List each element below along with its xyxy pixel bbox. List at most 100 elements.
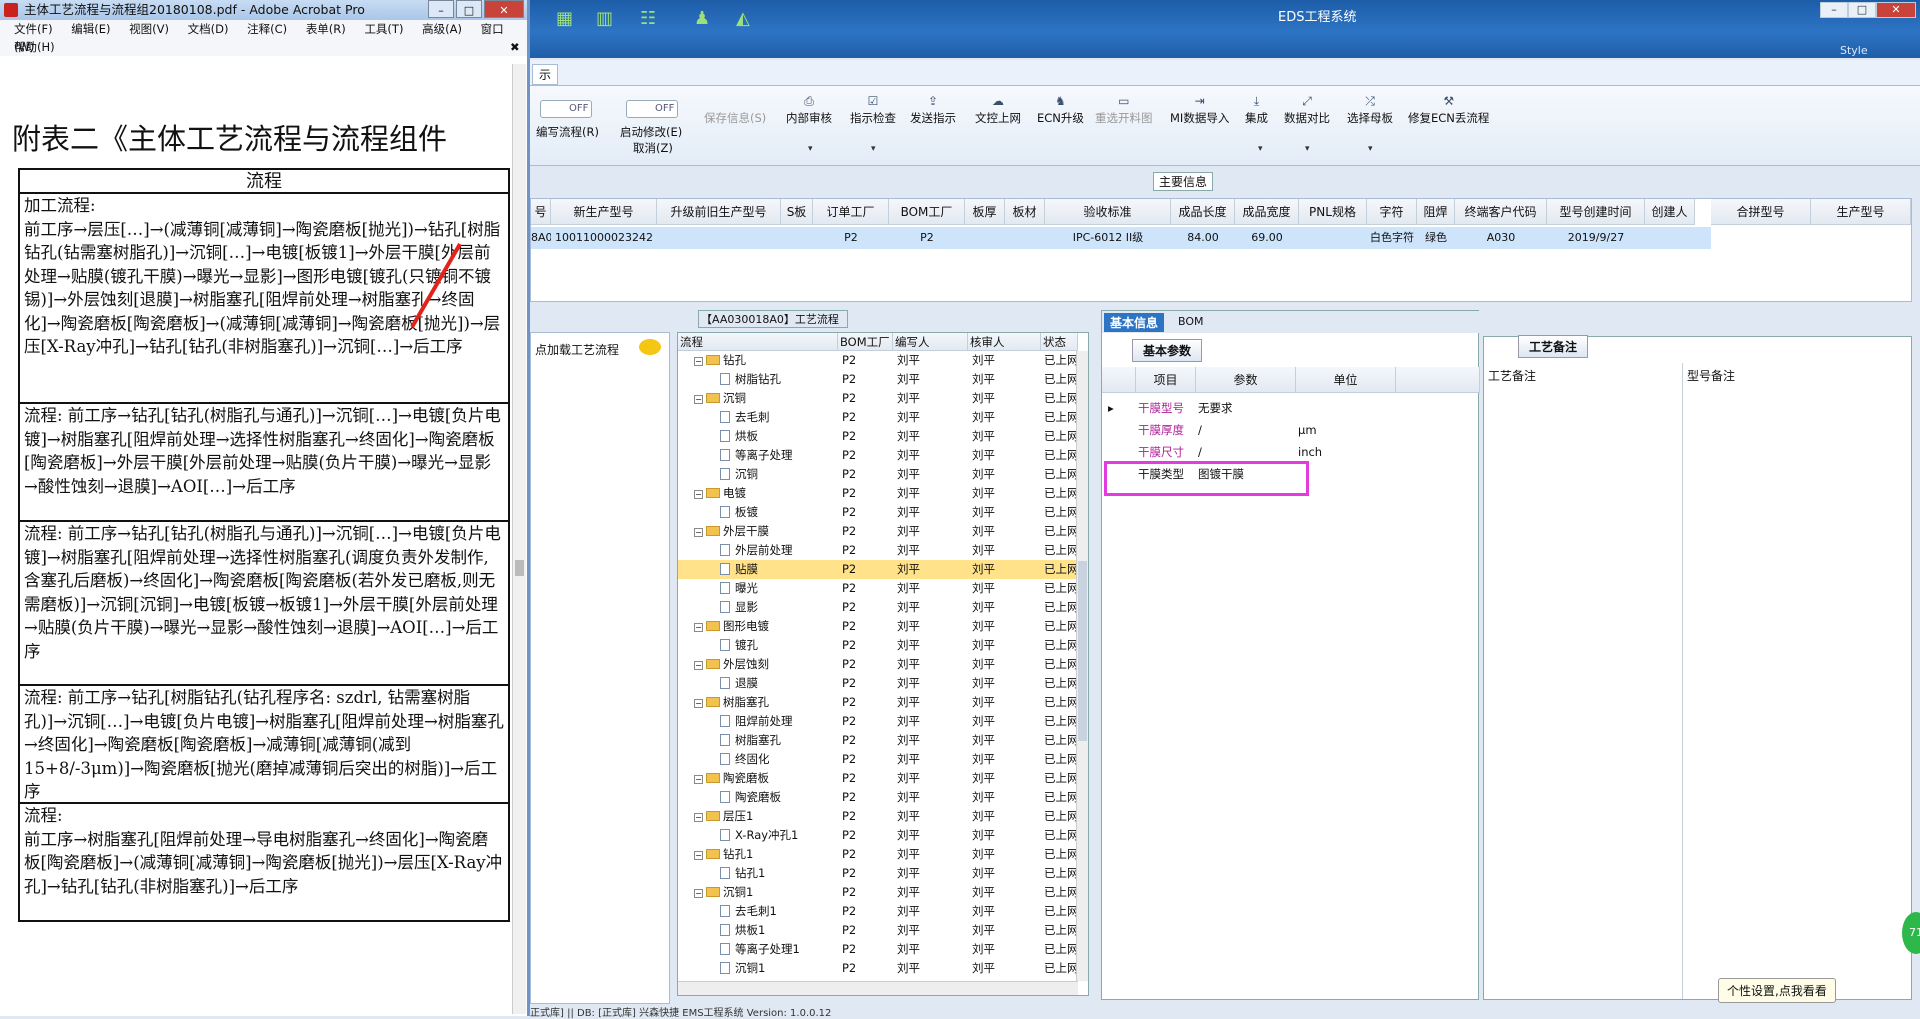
dropdown-caret-icon[interactable]: ▾ xyxy=(1258,144,1263,154)
integrate-button[interactable]: ⤓ 集成 xyxy=(1245,94,1268,126)
tree-row[interactable]: 烘板1 P2 刘平 刘平 已上网 xyxy=(678,921,1079,940)
menu-comment[interactable]: 注释(C) xyxy=(247,22,287,36)
tree-row[interactable]: − 外层干膜 P2 刘平 刘平 已上网 xyxy=(678,522,1079,541)
param-value[interactable]: 无要求 xyxy=(1198,397,1233,419)
save-info-button[interactable]: ​保存信息(S) xyxy=(704,94,766,126)
collapse-icon[interactable]: − xyxy=(694,490,703,499)
instruction-check-button[interactable]: ☑ 指示检查 xyxy=(850,94,896,126)
select-master-button[interactable]: ⤮ 选择母板 xyxy=(1347,94,1393,126)
tree-row[interactable]: − 外层蚀刻 P2 刘平 刘平 已上网 xyxy=(678,655,1079,674)
menu-file[interactable]: 文件(F) xyxy=(14,22,53,36)
tree-row[interactable]: 烘板 P2 刘平 刘平 已上网 xyxy=(678,427,1079,446)
collapse-icon[interactable]: − xyxy=(694,699,703,708)
collapse-icon[interactable]: − xyxy=(694,623,703,632)
tree-row[interactable]: − 沉铜1 P2 刘平 刘平 已上网 xyxy=(678,883,1079,902)
tree-row[interactable]: − 沉铜 P2 刘平 刘平 已上网 xyxy=(678,389,1079,408)
reselect-cutting-button[interactable]: ▭ 重选开料图 xyxy=(1095,94,1153,126)
collapse-icon[interactable]: − xyxy=(694,528,703,537)
tree-row[interactable]: 钻孔1 P2 刘平 刘平 已上网 xyxy=(678,864,1079,883)
tree-row[interactable]: − 树脂塞孔 P2 刘平 刘平 已上网 xyxy=(678,693,1079,712)
collapse-icon[interactable]: − xyxy=(694,395,703,404)
tree-row[interactable]: 树脂塞孔 P2 刘平 刘平 已上网 xyxy=(678,731,1079,750)
tree-hscrollbar[interactable] xyxy=(678,981,1078,995)
tree-row[interactable]: 外层前处理 P2 刘平 刘平 已上网 xyxy=(678,541,1079,560)
chat-bubble-icon[interactable] xyxy=(639,339,661,355)
pdf-close-button[interactable]: ✕ xyxy=(484,0,524,18)
close-button[interactable]: ✕ xyxy=(1876,2,1916,18)
tree-scrollbar[interactable] xyxy=(1076,351,1088,981)
collapse-icon[interactable]: − xyxy=(694,889,703,898)
users-icon[interactable]: ♟ xyxy=(694,8,720,30)
tree-row[interactable]: 树脂钻孔 P2 刘平 刘平 已上网 xyxy=(678,370,1079,389)
dropdown-caret-icon[interactable]: ▾ xyxy=(1368,144,1373,154)
scroll-thumb[interactable] xyxy=(515,560,524,576)
tree-row[interactable]: − 钻孔 P2 刘平 刘平 已上网 xyxy=(678,351,1079,370)
tab-bom[interactable]: BOM xyxy=(1178,315,1204,328)
tree-row[interactable]: − 陶瓷磨板 P2 刘平 刘平 已上网 xyxy=(678,769,1079,788)
menu-document[interactable]: 文档(D) xyxy=(188,22,229,36)
grid-icon[interactable]: ☷ xyxy=(640,8,666,30)
tree-row[interactable]: 去毛刺 P2 刘平 刘平 已上网 xyxy=(678,408,1079,427)
tab-basic-info[interactable]: 基本信息 xyxy=(1104,313,1165,332)
tree-row[interactable]: − 电镀 P2 刘平 刘平 已上网 xyxy=(678,484,1079,503)
tree-row[interactable]: 沉铜1 P2 刘平 刘平 已上网 xyxy=(678,959,1079,978)
doc-control-online-button[interactable]: ☁ 文控上网 xyxy=(975,94,1021,126)
collapse-icon[interactable]: − xyxy=(694,813,703,822)
tree-row[interactable]: 退膜 P2 刘平 刘平 已上网 xyxy=(678,674,1079,693)
tab-main[interactable]: 示 xyxy=(532,64,559,85)
collapse-icon[interactable]: − xyxy=(694,357,703,366)
tree-row[interactable]: − 钻孔1 P2 刘平 刘平 已上网 xyxy=(678,845,1079,864)
load-flow-label[interactable]: 点加载工艺流程 xyxy=(535,341,619,358)
pdf-minimize-button[interactable]: – xyxy=(428,0,454,18)
dropdown-caret-icon[interactable]: ▾ xyxy=(1305,144,1310,154)
tree-row[interactable]: 去毛刺1 P2 刘平 刘平 已上网 xyxy=(678,902,1079,921)
tree-row[interactable]: 镀孔 P2 刘平 刘平 已上网 xyxy=(678,636,1079,655)
write-flow-toggle[interactable]: OFF xyxy=(540,100,592,118)
tree-row[interactable]: 曝光 P2 刘平 刘平 已上网 xyxy=(678,579,1079,598)
menu-tools[interactable]: 工具(T) xyxy=(364,22,403,36)
tab-basic-params[interactable]: 基本参数 xyxy=(1132,339,1203,362)
mi-import-button[interactable]: ⇥ MI数据导入 xyxy=(1170,94,1229,126)
tree-row[interactable]: 板镀 P2 刘平 刘平 已上网 xyxy=(678,503,1079,522)
tree-row[interactable]: − 图形电镀 P2 刘平 刘平 已上网 xyxy=(678,617,1079,636)
menu-view[interactable]: 视图(V) xyxy=(129,22,169,36)
area-chart-icon[interactable]: ◭ xyxy=(736,8,762,30)
style-menu[interactable]: Style xyxy=(1840,44,1868,57)
menu-forms[interactable]: 表单(R) xyxy=(306,22,346,36)
tree-row[interactable]: 显影 P2 刘平 刘平 已上网 xyxy=(678,598,1079,617)
param-value[interactable]: / xyxy=(1198,419,1202,441)
tree-row[interactable]: 陶瓷磨板 P2 刘平 刘平 已上网 xyxy=(678,788,1079,807)
tree-row[interactable]: − 层压1 P2 刘平 刘平 已上网 xyxy=(678,807,1079,826)
collapse-icon[interactable]: − xyxy=(694,851,703,860)
pdf-scrollbar[interactable] xyxy=(512,64,526,1014)
collapse-icon[interactable]: − xyxy=(694,661,703,670)
dropdown-caret-icon[interactable]: ▾ xyxy=(808,144,813,154)
film-icon[interactable]: ▦ xyxy=(556,8,582,30)
minimize-button[interactable]: – xyxy=(1820,2,1848,18)
menu-edit[interactable]: 编辑(E) xyxy=(71,22,110,36)
tree-row[interactable]: 沉铜 P2 刘平 刘平 已上网 xyxy=(678,465,1079,484)
ecn-upgrade-button[interactable]: ♞ ECN升级 xyxy=(1037,94,1084,126)
tree-row[interactable]: X-Ray冲孔1 P2 刘平 刘平 已上网 xyxy=(678,826,1079,845)
send-instruction-button[interactable]: ⇪ 发送指示 xyxy=(910,94,956,126)
cancel-label[interactable]: 取消(Z) xyxy=(633,140,673,156)
enable-edit-toggle[interactable]: OFF xyxy=(626,100,678,118)
menu-help[interactable]: 帮助(H) xyxy=(14,40,55,54)
chart-icon[interactable]: ▥ xyxy=(596,8,622,30)
repair-ecn-button[interactable]: ⚒ 修复ECN丢流程 xyxy=(1408,94,1489,126)
personalize-tooltip[interactable]: 个性设置,点我看看 xyxy=(1718,978,1836,1003)
pdf-maximize-button[interactable]: □ xyxy=(456,0,482,18)
tree-row[interactable]: 贴膜 P2 刘平 刘平 已上网 xyxy=(678,560,1079,579)
param-value[interactable]: / xyxy=(1198,441,1202,463)
menu-advanced[interactable]: 高级(A) xyxy=(422,22,462,36)
close-doc-icon[interactable]: ✖ xyxy=(510,38,520,56)
tree-row[interactable]: 终固化 P2 刘平 刘平 已上网 xyxy=(678,750,1079,769)
collapse-icon[interactable]: − xyxy=(694,775,703,784)
maximize-button[interactable]: □ xyxy=(1848,2,1876,18)
tab-process-remark[interactable]: 工艺备注 xyxy=(1518,335,1589,358)
tree-row[interactable]: 阻焊前处理 P2 刘平 刘平 已上网 xyxy=(678,712,1079,731)
scroll-thumb[interactable] xyxy=(1078,561,1087,741)
tree-row[interactable]: 等离子处理1 P2 刘平 刘平 已上网 xyxy=(678,940,1079,959)
dropdown-caret-icon[interactable]: ▾ xyxy=(871,144,876,154)
tree-row[interactable]: 等离子处理 P2 刘平 刘平 已上网 xyxy=(678,446,1079,465)
